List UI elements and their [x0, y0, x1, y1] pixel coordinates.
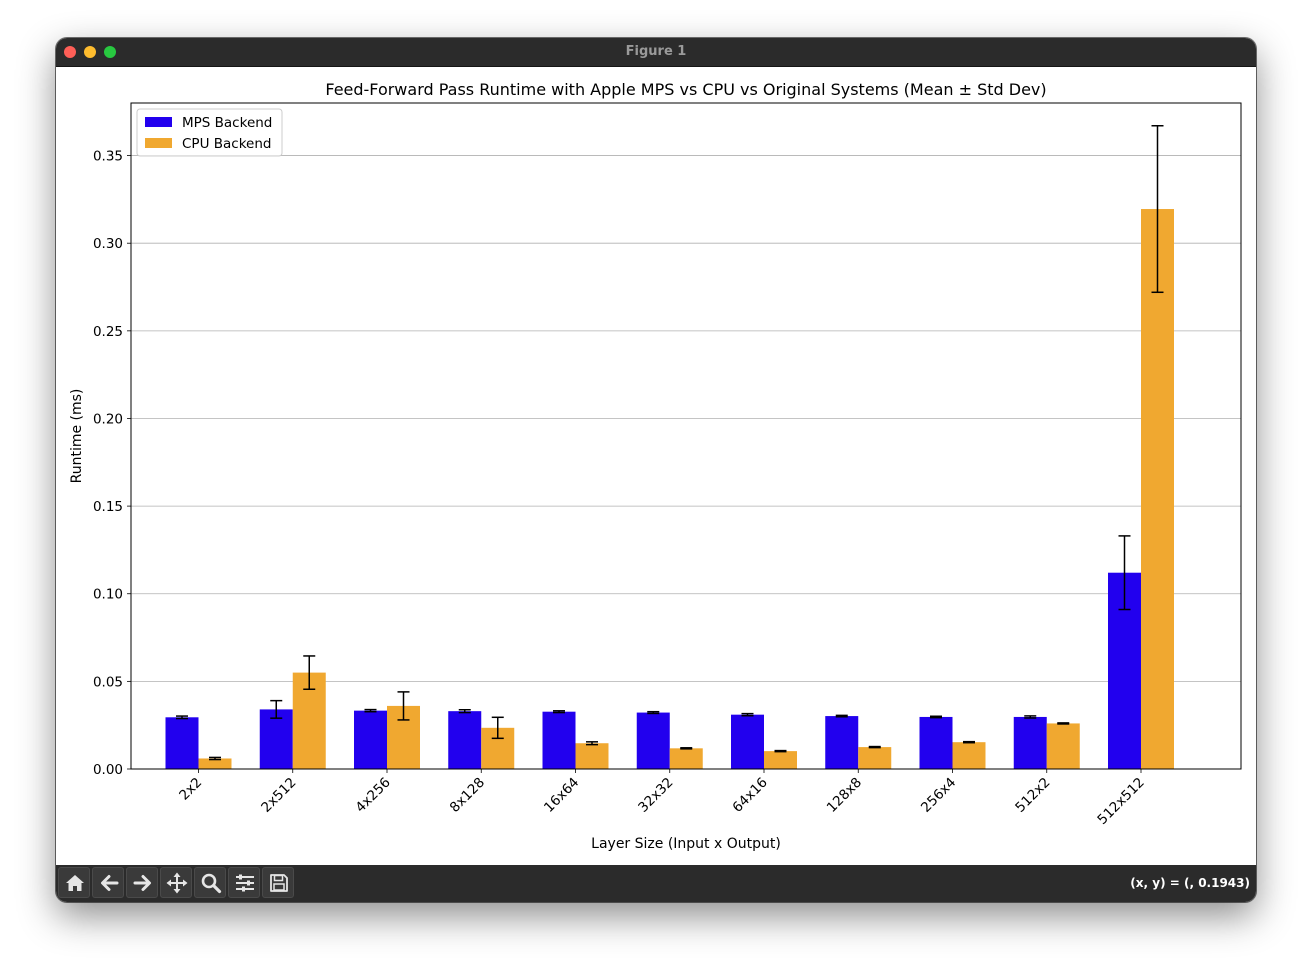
- plot-frame: [130, 102, 1242, 770]
- bar-mps-backend-64x16: [731, 714, 764, 769]
- y-tick-label: 0.20: [93, 411, 123, 427]
- y-axis-label: Runtime (ms): [69, 389, 85, 484]
- arrow-right-icon: [133, 875, 151, 891]
- chart-title: Feed-Forward Pass Runtime with Apple MPS…: [325, 80, 1046, 99]
- move-icon: [166, 872, 188, 894]
- y-tick-label: 0.15: [93, 499, 123, 515]
- y-tick-label: 0.00: [93, 762, 123, 778]
- bar-mps-backend-2x2: [165, 717, 199, 769]
- figure-canvas[interactable]: Feed-Forward Pass Runtime with Apple MPS…: [56, 67, 1256, 865]
- x-tick-label: 2x512: [258, 775, 299, 816]
- x-tick-label: 64x16: [730, 775, 771, 816]
- cursor-coordinates-readout: (x, y) = (, 0.1943): [1130, 876, 1250, 890]
- bar-cpu-backend-16x64: [575, 743, 609, 769]
- forward-button[interactable]: [126, 867, 158, 898]
- bar-mps-backend-4x256: [354, 710, 387, 769]
- bar-cpu-backend-64x16: [764, 751, 797, 769]
- x-tick-label: 128x8: [824, 775, 865, 816]
- x-tick-label: 2x2: [176, 775, 205, 804]
- bar-mps-backend-16x64: [542, 711, 576, 769]
- pan-button[interactable]: [160, 867, 192, 898]
- x-tick-label: 512x512: [1094, 775, 1147, 828]
- y-tick-label: 0.30: [93, 236, 123, 252]
- navigation-toolbar: (x, y) = (, 0.1943): [56, 865, 1256, 902]
- x-tick-label: 16x64: [541, 775, 582, 816]
- home-button[interactable]: [58, 867, 90, 898]
- x-tick-label: 4x256: [353, 775, 394, 816]
- arrow-left-icon: [101, 875, 119, 891]
- y-tick-label: 0.25: [93, 324, 123, 340]
- bar-mps-backend-32x32: [636, 712, 670, 769]
- window-title: Figure 1: [625, 44, 687, 59]
- bar-mps-backend-256x4: [919, 716, 953, 769]
- legend-label: CPU Backend: [182, 136, 271, 152]
- bar-cpu-backend-512x2: [1046, 723, 1080, 769]
- bar-cpu-backend-128x8: [858, 747, 892, 769]
- x-axis-label: Layer Size (Input x Output): [591, 836, 781, 852]
- bar-cpu-backend-32x32: [669, 748, 703, 769]
- bar-cpu-backend-256x4: [952, 742, 986, 769]
- x-tick-label: 32x32: [635, 775, 676, 816]
- figure-window: Figure 1 Feed-Forward Pass Runtime with …: [56, 38, 1256, 902]
- legend-swatch-mps-backend: [145, 117, 172, 127]
- zoom-button[interactable]: [194, 867, 226, 898]
- floppy-disk-icon: [270, 874, 288, 892]
- save-button[interactable]: [262, 867, 294, 898]
- back-button[interactable]: [92, 867, 124, 898]
- home-icon: [66, 875, 84, 891]
- bar-mps-backend-128x8: [825, 716, 859, 769]
- x-tick-label: 8x128: [447, 775, 488, 816]
- x-tick-label: 512x2: [1012, 775, 1053, 816]
- legend-label: MPS Backend: [182, 115, 272, 131]
- sliders-icon: [236, 874, 254, 892]
- bar-chart: Feed-Forward Pass Runtime with Apple MPS…: [69, 80, 1242, 852]
- configure-subplots-button[interactable]: [228, 867, 260, 898]
- y-tick-label: 0.05: [93, 674, 123, 690]
- legend-swatch-cpu-backend: [145, 138, 172, 148]
- magnifier-icon: [201, 873, 222, 894]
- title-bar[interactable]: Figure 1: [56, 38, 1256, 67]
- bar-mps-backend-8x128: [448, 711, 482, 769]
- y-tick-label: 0.10: [93, 587, 123, 603]
- y-tick-label: 0.35: [93, 149, 123, 165]
- bar-mps-backend-512x2: [1013, 716, 1047, 769]
- x-tick-label: 256x4: [918, 775, 959, 816]
